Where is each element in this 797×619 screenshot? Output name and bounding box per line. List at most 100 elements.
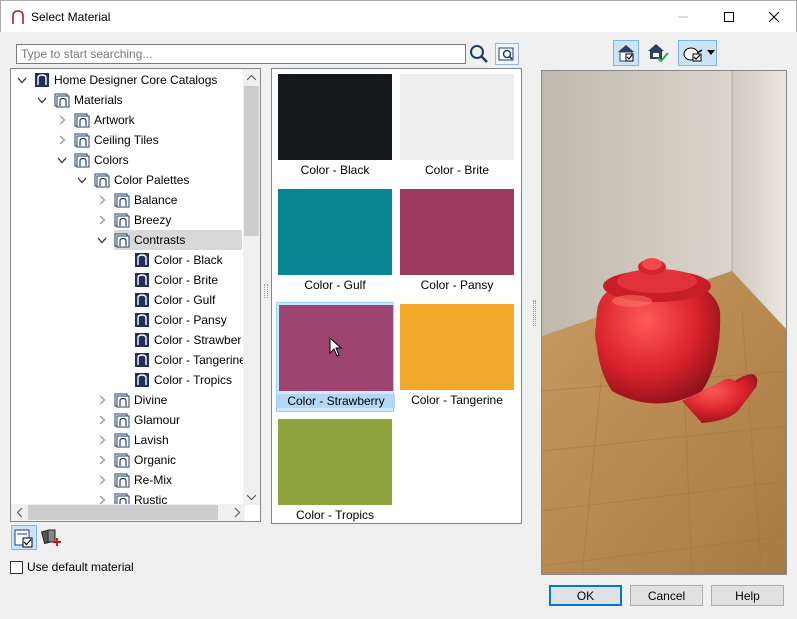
tree-item-content[interactable]: Contrasts [114,230,243,250]
tree-item[interactable]: Balance [96,190,234,210]
material-swatch[interactable]: Color - Brite [398,72,516,182]
expand-chevron-down-icon[interactable] [36,94,48,106]
tree-item[interactable]: Color - Brite [116,270,260,290]
tree-item-content[interactable]: Color - Brite [134,270,260,290]
folder-icon [114,232,130,248]
tree-item[interactable]: Color - Tropics [116,370,260,390]
tree-horizontal-scrollbar[interactable] [11,504,245,521]
tree-item-content[interactable]: Glamour [114,410,237,430]
expand-chevron-right-icon[interactable] [96,474,108,486]
material-swatch[interactable]: Color - Tropics [276,417,394,527]
search-options-button[interactable] [495,43,519,65]
swatch-color-preview [278,419,392,505]
tree-item[interactable]: Glamour [96,410,237,430]
expand-chevron-right-icon[interactable] [56,114,68,126]
tree-item[interactable]: Organic [96,450,233,470]
minimize-button[interactable] [660,1,706,32]
tree-item-content[interactable]: Home Designer Core Catalogs [34,70,260,90]
tree-item[interactable]: Color - Black [116,250,260,270]
tree-item[interactable]: Colors [56,150,186,170]
apply-material-button[interactable] [645,40,671,66]
tree-item[interactable]: Contrasts [96,230,243,250]
maximize-button[interactable] [706,1,752,32]
minimize-icon [678,16,688,17]
tree-item[interactable]: Color - Tangerine [116,350,260,370]
tree-item-content[interactable]: Materials [54,90,180,110]
ok-button[interactable]: OK [549,585,622,606]
tree-item-content[interactable]: Divine [114,390,224,410]
search-in-folder-icon [498,47,514,61]
tree-item-content[interactable]: Color Palettes [94,170,246,190]
expand-chevron-down-icon[interactable] [96,234,108,246]
expand-chevron-down-icon[interactable] [56,154,68,166]
search-input[interactable] [16,44,466,64]
tree-item[interactable]: Ceiling Tiles [56,130,216,150]
add-material-button[interactable] [40,527,64,549]
catalog-view-button[interactable] [11,525,37,550]
tree-item-content[interactable]: Color - Strawber [134,330,260,350]
scroll-down-arrow[interactable] [243,488,260,505]
expand-chevron-right-icon[interactable] [96,394,108,406]
tree-item[interactable]: Divine [96,390,224,410]
scroll-left-arrow[interactable] [11,504,28,521]
expand-chevron-right-icon[interactable] [96,454,108,466]
tree-item-content[interactable]: Balance [114,190,234,210]
tree-item-content[interactable]: Color - Black [134,250,260,270]
tree-item-content[interactable]: Ceiling Tiles [74,130,216,150]
vertical-scroll-thumb[interactable] [244,86,259,236]
expand-chevron-right-icon[interactable] [96,194,108,206]
use-default-material-row[interactable]: Use default material [10,560,134,574]
tree-item-content[interactable]: Breezy [114,210,228,230]
tree-item-content[interactable]: Organic [114,450,233,470]
tree-grid-splitter[interactable] [264,284,268,298]
tree-item-label: Color - Tangerine [154,353,246,367]
tree-item[interactable]: Home Designer Core Catalogs [16,70,260,90]
swatch-color-preview [278,74,392,160]
tree-item[interactable]: Color - Gulf [116,290,260,310]
material-swatch[interactable]: Color - Strawberry [276,302,395,412]
tree-item-content[interactable]: Color - Gulf [134,290,260,310]
tree-item-content[interactable]: Re-Mix [114,470,229,490]
tree-item-label: Color Palettes [114,173,190,187]
tree-vertical-scrollbar[interactable] [243,69,260,505]
expand-chevron-right-icon[interactable] [96,414,108,426]
material-swatch-grid[interactable]: Color - Black Color - Brite Color - Gulf Co… [271,68,522,524]
preview-object-dropdown[interactable] [678,40,717,66]
tree-item[interactable]: Color - Pansy [116,310,260,330]
expand-chevron-down-icon[interactable] [76,174,88,186]
tree-item-content[interactable]: Colors [74,150,186,170]
tree-item-content[interactable]: Artwork [74,110,192,130]
scroll-up-arrow[interactable] [243,69,260,86]
tree-item[interactable]: Color Palettes [76,170,246,190]
scroll-right-arrow[interactable] [228,504,245,521]
material-swatch[interactable]: Color - Black [276,72,394,182]
room-preview-button[interactable] [613,40,639,66]
close-button[interactable] [751,1,797,32]
tree-item[interactable]: Artwork [56,110,192,130]
use-default-material-checkbox[interactable] [10,560,23,574]
help-button[interactable]: Help [711,585,784,606]
tree-item-content[interactable]: Color - Pansy [134,310,260,330]
material-swatch[interactable]: Color - Gulf [276,187,394,297]
search-button[interactable] [468,43,490,65]
tree-item[interactable]: Breezy [96,210,228,230]
horizontal-scroll-thumb[interactable] [28,505,218,520]
catalog-tree[interactable]: Home Designer Core Catalogs Materials Artw… [10,68,261,522]
tree-item-content[interactable]: Color - Tangerine [134,350,260,370]
tree-item-content[interactable]: Color - Tropics [134,370,260,390]
tree-item[interactable]: Materials [36,90,180,110]
folder-icon [114,432,130,448]
expand-chevron-right-icon[interactable] [96,434,108,446]
expand-chevron-right-icon[interactable] [56,134,68,146]
swatch-color-preview [400,74,514,160]
material-swatch[interactable]: Color - Pansy [398,187,516,297]
expand-chevron-right-icon[interactable] [96,214,108,226]
tree-item-content[interactable]: Lavish [114,430,226,450]
material-swatch[interactable]: Color - Tangerine [398,302,516,412]
tree-item[interactable]: Lavish [96,430,226,450]
grid-preview-splitter[interactable] [533,300,536,326]
expand-chevron-down-icon[interactable] [16,74,28,86]
cancel-button[interactable]: Cancel [630,585,703,606]
tree-item[interactable]: Color - Strawber [116,330,260,350]
tree-item[interactable]: Re-Mix [96,470,229,490]
